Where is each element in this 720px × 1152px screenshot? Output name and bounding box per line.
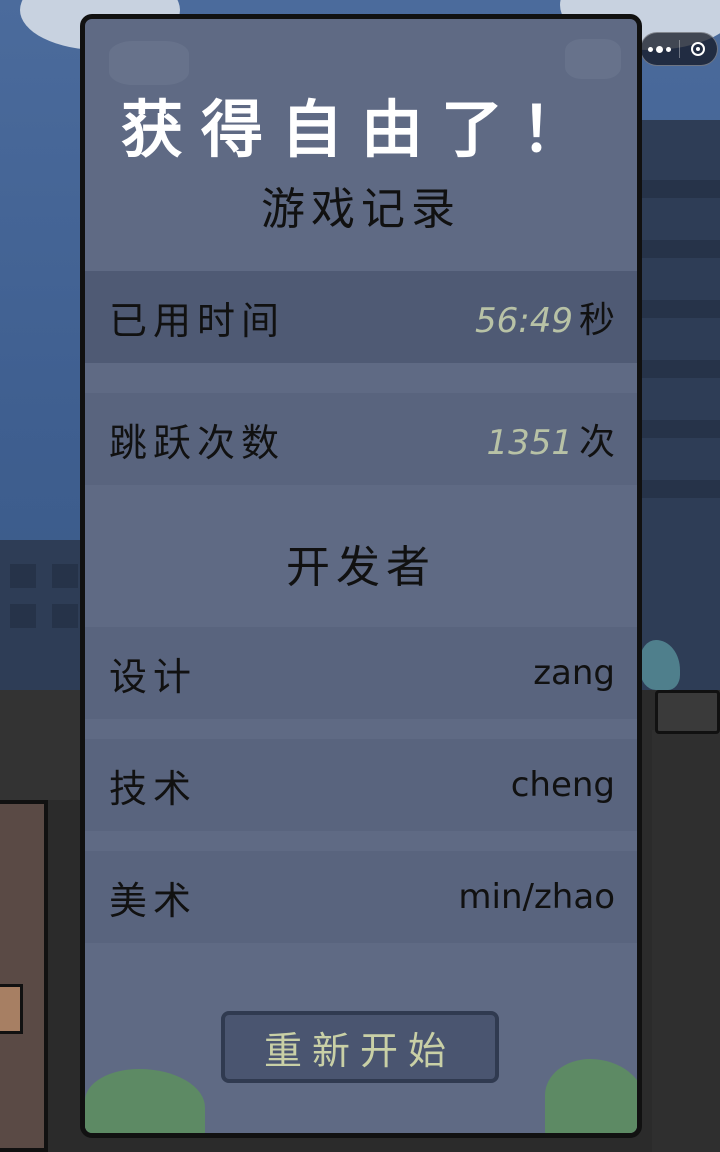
credit-row-tech: 技术 cheng [85, 739, 637, 831]
capsule-menu [640, 32, 718, 66]
credit-name: cheng [510, 765, 615, 805]
developer-heading: 开发者 [286, 542, 436, 593]
record-heading: 游戏记录 [261, 184, 461, 235]
bush [85, 1069, 205, 1133]
bush [545, 1059, 637, 1133]
credit-name: min/zhao [458, 877, 615, 917]
wall-right [652, 730, 720, 1152]
credit-role: 技术 [109, 766, 198, 811]
building-left [0, 540, 90, 700]
panel-decoration [565, 39, 621, 79]
stat-unit: 次 [578, 422, 615, 463]
result-dialog: 获得自由了！ 游戏记录 已用时间 56:49 秒 跳跃次数 1351 次 开发者 设… [80, 14, 642, 1138]
stat-number: 1351 [486, 423, 573, 463]
restart-button[interactable]: 重新开始 [221, 1011, 499, 1083]
crate [0, 984, 23, 1034]
more-dots-icon[interactable] [641, 32, 679, 66]
stat-label: 跳跃次数 [109, 420, 286, 465]
stat-value: 1351 次 [486, 413, 615, 465]
credit-row-design: 设计 zang [85, 627, 637, 719]
stat-row-jumps: 跳跃次数 1351 次 [85, 393, 637, 485]
ledge-right [655, 690, 720, 734]
stat-unit: 秒 [578, 300, 615, 341]
stat-row-time: 已用时间 56:49 秒 [85, 271, 637, 363]
stat-value: 56:49 秒 [475, 291, 615, 343]
stat-label: 已用时间 [109, 298, 286, 343]
credit-row-art: 美术 min/zhao [85, 851, 637, 943]
wall-left [0, 800, 48, 1152]
stat-number: 56:49 [475, 301, 573, 341]
target-close-icon[interactable] [679, 32, 717, 66]
dialog-title: 获得自由了！ [120, 93, 601, 166]
credit-role: 设计 [109, 654, 198, 699]
credit-name: zang [533, 653, 615, 693]
ledge-left [0, 690, 82, 800]
credit-role: 美术 [109, 878, 198, 923]
